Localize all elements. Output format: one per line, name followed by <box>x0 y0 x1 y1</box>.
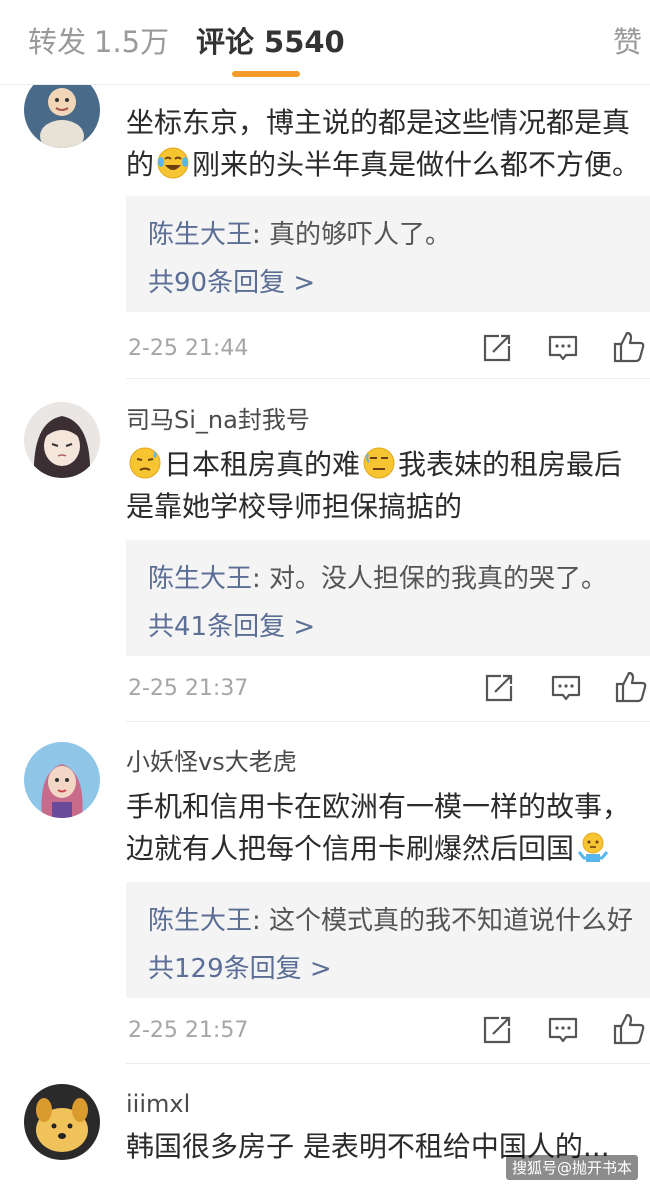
reply-box[interactable]: 陈生大王: 这个模式真的我不知道说什么好 共129条回复 > <box>126 882 650 998</box>
comment-text: 日本租房真的难 我表妹的租房最后 是靠她学校导师担保搞掂的 <box>126 444 650 528</box>
comment-text-line: 手机和信用卡在欧洲有一模一样的故事， <box>126 790 631 823</box>
comment-username[interactable]: 司马Si_na封我号 <box>126 400 310 435</box>
comment-text-line: 坐标东京，博主说的都是这些情况都是真 <box>126 106 631 139</box>
reply-count-link[interactable]: 共90条回复 > <box>148 262 315 299</box>
speechless-emoji-icon <box>363 447 395 479</box>
active-tab-indicator <box>232 71 300 77</box>
reply-text: : 这个模式真的我不知道说什么好 <box>252 906 634 936</box>
comment-text-line: 日本租房真的难 我表妹的租房最后 <box>126 444 650 486</box>
reply-box[interactable]: 陈生大王: 真的够吓人了。 共90条回复 > <box>126 196 650 312</box>
comment-text-line: 是靠她学校导师担保搞掂的 <box>126 490 463 523</box>
comment-time: 2-25 21:37 <box>128 676 249 701</box>
laughing-tears-emoji-icon <box>157 147 189 179</box>
like-icon[interactable] <box>612 1012 645 1045</box>
reply-preview: 陈生大王: 这个模式真的我不知道说什么好 <box>148 900 633 937</box>
comment-username[interactable]: 小妖怪vs大老虎 <box>126 742 297 777</box>
tab-reposts-count: 1.5万 <box>94 25 170 59</box>
comment-text-segment: 我表妹的租房最后 <box>398 448 623 481</box>
reply-preview: 陈生大王: 真的够吓人了。 <box>148 214 451 251</box>
comment-text-line: 边就有人把每个信用卡刷爆然后回国 <box>126 828 650 870</box>
comment-tabs: 转发 1.5万 评论 5540 赞 <box>0 0 650 85</box>
comment-icon[interactable] <box>547 1014 579 1046</box>
comment-time: 2-25 21:44 <box>128 336 249 361</box>
watermark: 搜狐号@抛开书本 <box>505 1155 638 1180</box>
comment-username[interactable]: iiimxl <box>126 1090 190 1118</box>
comment-icon[interactable] <box>550 672 582 704</box>
like-icon[interactable] <box>612 330 645 363</box>
tab-reposts-label: 转发 <box>28 25 87 59</box>
avatar[interactable] <box>24 742 100 818</box>
tab-reposts[interactable]: 转发 1.5万 <box>28 22 169 62</box>
avatar[interactable] <box>24 1084 100 1160</box>
comment-icon[interactable] <box>547 332 579 364</box>
comment-text-segment: 日本租房真的难 <box>164 448 361 481</box>
comment-text-line: 的 刚来的头半年真是做什么都不方便。 <box>126 144 650 186</box>
like-icon[interactable] <box>614 670 647 703</box>
reply-box[interactable]: 陈生大王: 对。没人担保的我真的哭了。 共41条回复 > <box>126 540 650 656</box>
reply-author[interactable]: 陈生大王 <box>148 564 252 594</box>
reply-author[interactable]: 陈生大王 <box>148 906 252 936</box>
comment-time: 2-25 21:57 <box>128 1018 249 1043</box>
comment-text: 手机和信用卡在欧洲有一模一样的故事， 边就有人把每个信用卡刷爆然后回国 <box>126 786 650 870</box>
tab-comments-count: 5540 <box>264 25 345 59</box>
tab-likes[interactable]: 赞 <box>613 22 642 62</box>
sweat-emoji-icon <box>129 447 161 479</box>
reply-text: : 对。没人担保的我真的哭了。 <box>252 564 608 594</box>
reply-preview: 陈生大王: 对。没人担保的我真的哭了。 <box>148 558 607 595</box>
reply-count-link[interactable]: 共41条回复 > <box>148 606 315 643</box>
tab-likes-label: 赞 <box>612 25 642 59</box>
comment-text-segment: 的 <box>126 148 155 181</box>
comment-divider <box>126 721 650 722</box>
repost-icon[interactable] <box>483 672 515 704</box>
reply-count-link[interactable]: 共129条回复 > <box>148 948 332 985</box>
reply-text: : 真的够吓人了。 <box>252 220 452 250</box>
tab-comments[interactable]: 评论 5540 <box>196 22 345 62</box>
reply-author[interactable]: 陈生大王 <box>148 220 252 250</box>
comment-text-segment: 边就有人把每个信用卡刷爆然后回国 <box>126 832 575 865</box>
tab-comments-label: 评论 <box>196 25 255 59</box>
comment-divider <box>126 378 650 379</box>
repost-icon[interactable] <box>481 1014 513 1046</box>
repost-icon[interactable] <box>481 332 513 364</box>
comment-text: 坐标东京，博主说的都是这些情况都是真 的 刚来的头半年真是做什么都不方便。 <box>126 102 650 186</box>
comment-divider <box>126 1063 650 1064</box>
avatar[interactable] <box>24 402 100 478</box>
comment-text-segment: 刚来的头半年真是做什么都不方便。 <box>192 148 641 181</box>
shrug-emoji-icon <box>577 832 609 862</box>
